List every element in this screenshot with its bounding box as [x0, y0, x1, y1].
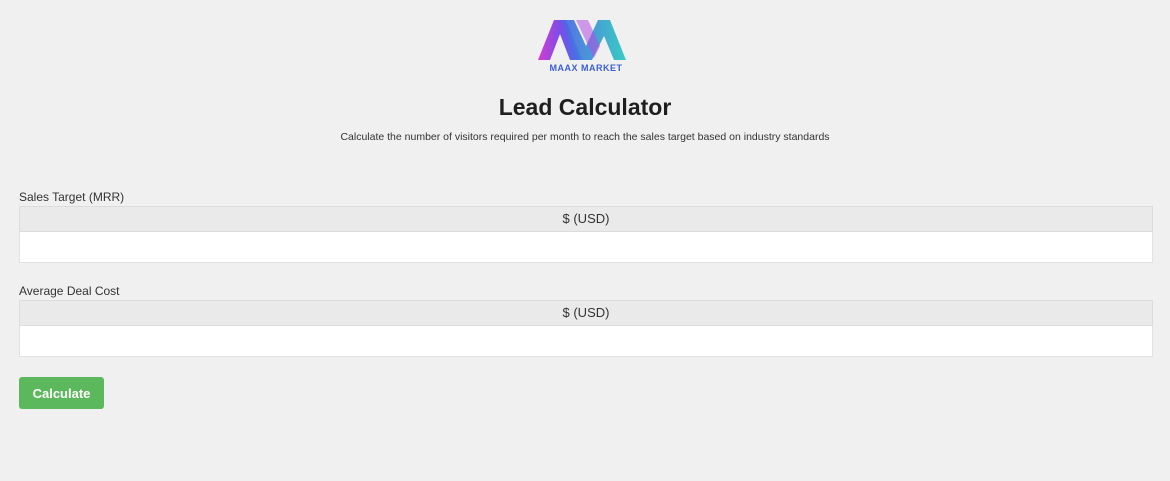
lead-calculator-page: MAAX MARKET Lead Calculator Calculate th… [0, 0, 1170, 481]
page-title: Lead Calculator [498, 94, 672, 120]
average-deal-cost-currency-addon: $ (USD) [19, 300, 1153, 326]
calculate-button[interactable]: Calculate [19, 377, 104, 409]
average-deal-cost-input[interactable] [19, 326, 1153, 357]
svg-text:MAAX MARKET: MAAX MARKET [550, 63, 623, 73]
page-subtitle: Calculate the number of visitors require… [340, 131, 830, 143]
sales-target-currency-addon: $ (USD) [19, 206, 1153, 232]
sales-target-label: Sales Target (MRR) [19, 190, 125, 204]
average-deal-cost-label: Average Deal Cost [19, 284, 120, 298]
sales-target-input[interactable] [19, 232, 1153, 263]
maax-market-logo: MAAX MARKET [536, 18, 636, 74]
